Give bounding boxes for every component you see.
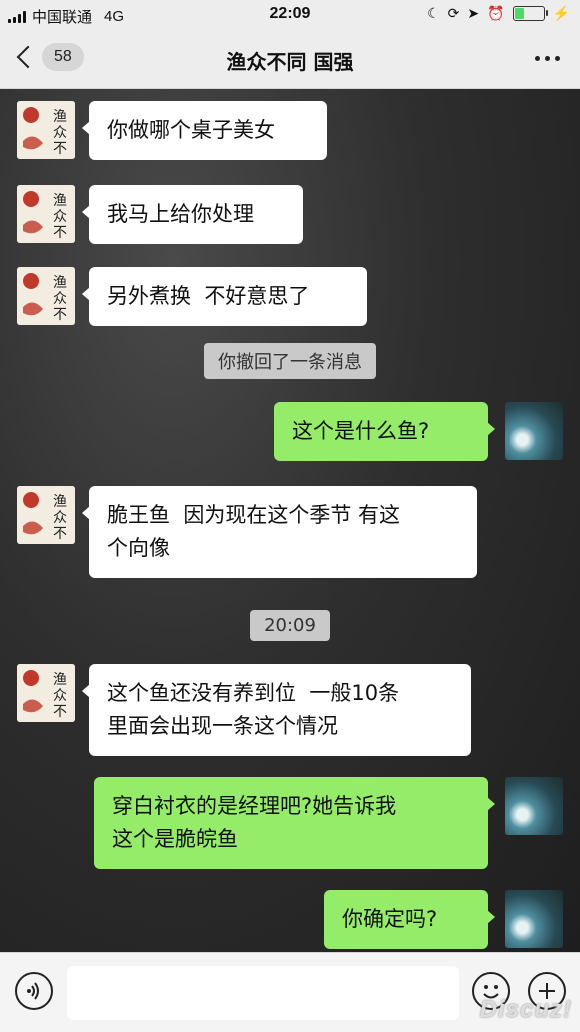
moon-icon: ☾ — [427, 5, 440, 21]
received-message[interactable]: 脆王鱼 因为现在这个季节 有这 个向像 — [82, 486, 477, 578]
more-options-icon[interactable] — [535, 46, 560, 71]
sent-message[interactable]: 这个是什么鱼? — [274, 402, 495, 461]
contact-avatar[interactable]: 渔 众 不 — [17, 101, 75, 159]
svg-text:不: 不 — [53, 526, 67, 542]
my-avatar[interactable] — [505, 402, 563, 460]
status-icons: ☾ ⟳ ➤ ⏰ ⚡ — [427, 5, 570, 22]
sent-message[interactable]: 穿白衬衣的是经理吧?她告诉我 这个是脆皖鱼 — [94, 777, 495, 869]
charging-icon: ⚡ — [552, 5, 570, 21]
recall-notice: 你撤回了一条消息 — [204, 343, 376, 379]
message-input[interactable] — [67, 966, 459, 1020]
chat-area[interactable]: 渔 众 不 你做哪个桌子美女 渔 众 不 我马上给你处理 渔 众 不 另外煮换 … — [0, 89, 580, 952]
svg-text:不: 不 — [53, 307, 67, 323]
svg-text:众: 众 — [53, 510, 67, 526]
svg-text:众: 众 — [53, 291, 67, 307]
sent-message[interactable]: 你确定吗? — [324, 890, 495, 949]
received-message[interactable]: 我马上给你处理 — [82, 185, 303, 244]
contact-avatar[interactable]: 渔 众 不 — [17, 486, 75, 544]
svg-text:不: 不 — [53, 225, 67, 241]
contact-avatar[interactable]: 渔 众 不 — [17, 267, 75, 325]
status-bar: 中国联通 4G 22:09 ☾ ⟳ ➤ ⏰ ⚡ — [0, 0, 580, 30]
system-notice: 你撤回了一条消息 — [0, 343, 580, 379]
received-message[interactable]: 这个鱼还没有养到位 一般10条 里面会出现一条这个情况 — [82, 664, 471, 756]
contact-avatar[interactable]: 渔 众 不 — [17, 664, 75, 722]
svg-text:渔: 渔 — [53, 494, 67, 510]
my-avatar[interactable] — [505, 777, 563, 835]
alarm-icon: ⏰ — [487, 5, 505, 21]
lock-rotation-icon: ⟳ — [447, 5, 460, 21]
svg-text:众: 众 — [53, 688, 67, 704]
svg-text:众: 众 — [53, 209, 67, 225]
svg-text:渔: 渔 — [53, 275, 67, 291]
battery-icon — [512, 6, 548, 21]
svg-text:不: 不 — [53, 704, 67, 720]
svg-text:渔: 渔 — [53, 109, 67, 125]
svg-text:不: 不 — [53, 141, 67, 157]
svg-text:渔: 渔 — [53, 672, 67, 688]
voice-icon — [27, 982, 39, 1000]
chat-header: 58 渔众不同 国强 — [0, 30, 580, 89]
time-divider: 20:09 — [250, 610, 330, 641]
svg-text:渔: 渔 — [53, 193, 67, 209]
chat-title: 渔众不同 国强 — [226, 50, 354, 74]
received-message[interactable]: 另外煮换 不好意思了 — [82, 267, 367, 326]
received-message[interactable]: 你做哪个桌子美女 — [82, 101, 327, 160]
input-bar: Discuz! — [0, 952, 580, 1032]
location-icon: ➤ — [467, 5, 480, 21]
contact-avatar[interactable]: 渔 众 不 — [17, 185, 75, 243]
voice-button[interactable] — [15, 972, 53, 1010]
my-avatar[interactable] — [505, 890, 563, 948]
svg-text:众: 众 — [53, 125, 67, 141]
watermark: Discuz! — [479, 996, 572, 1023]
timestamp: 20:09 — [0, 610, 580, 641]
